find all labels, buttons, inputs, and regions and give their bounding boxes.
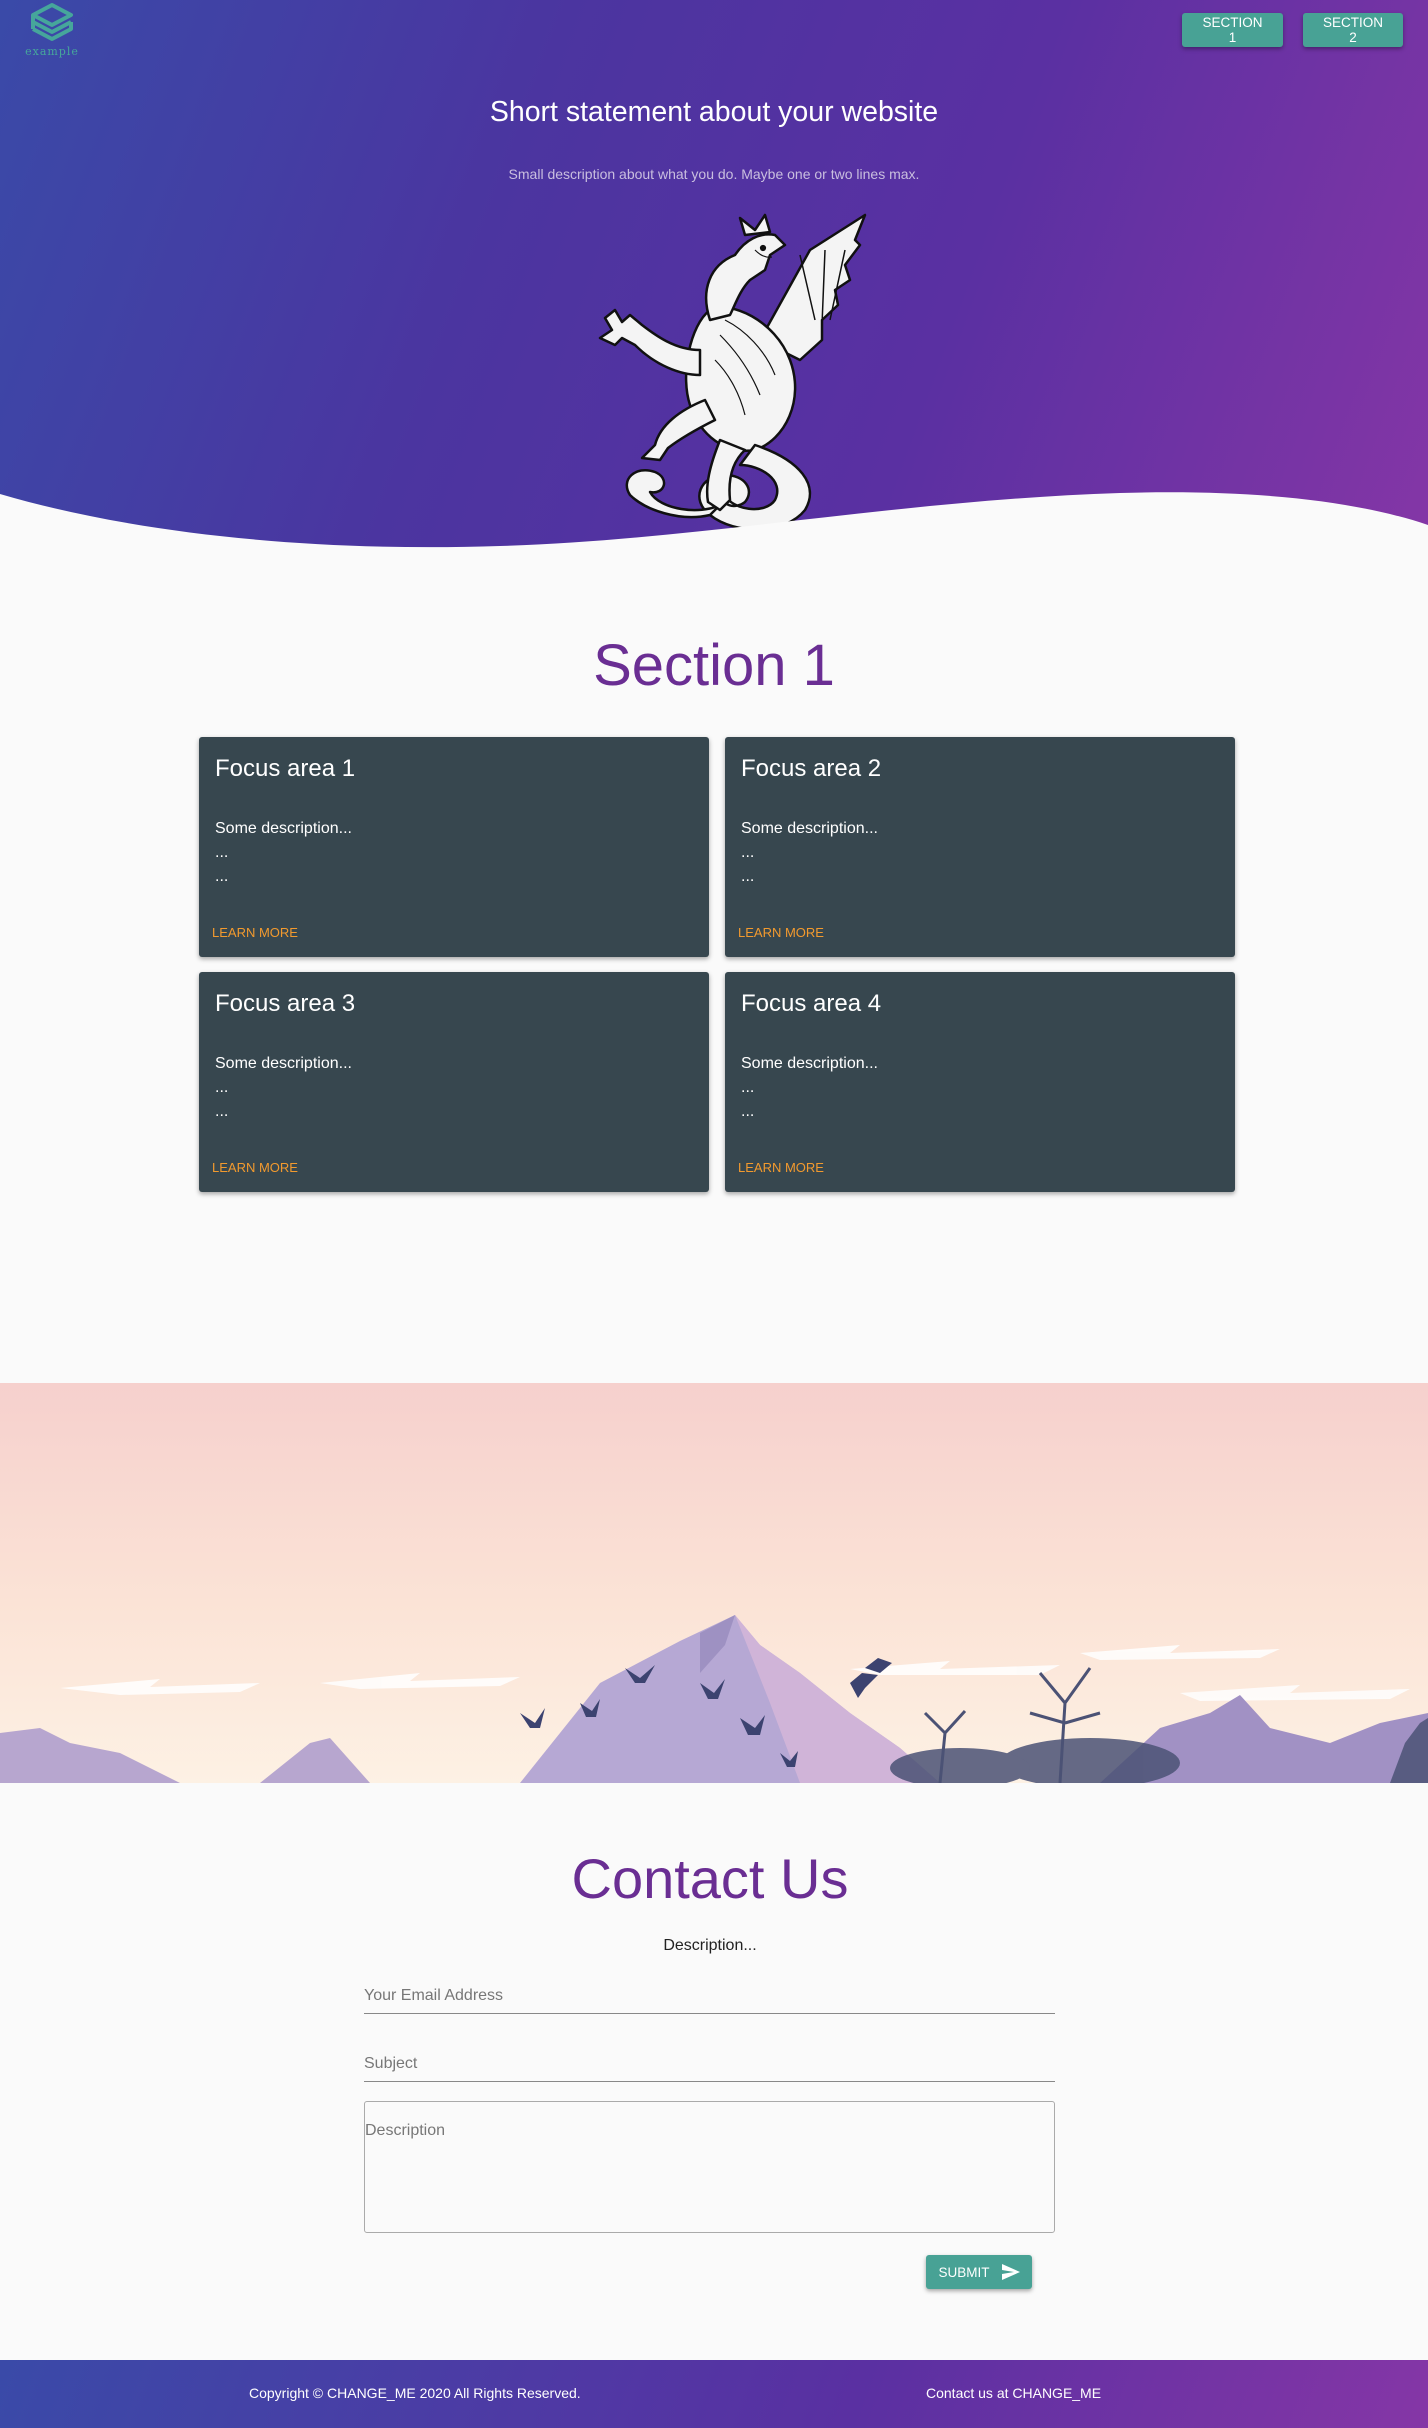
submit-button[interactable]: SUBMIT xyxy=(926,2255,1032,2289)
card-description-line: Some description... xyxy=(215,1055,352,1072)
card-title: Focus area 2 xyxy=(741,755,882,782)
learn-more-link[interactable]: LEARN MORE xyxy=(212,925,298,940)
focus-area-card: Focus area 3 Some description... ... ...… xyxy=(199,972,709,1192)
card-description: Some description... ... ... xyxy=(215,1052,352,1124)
hero-section: example SECTION 1 SECTION 2 Short statem… xyxy=(0,0,1428,575)
learn-more-link[interactable]: LEARN MORE xyxy=(738,925,824,940)
submit-label: SUBMIT xyxy=(938,2264,990,2280)
send-icon xyxy=(1001,2264,1020,2280)
card-description-line: ... xyxy=(215,844,229,861)
contact-description: Description... xyxy=(663,1937,757,1954)
card-description: Some description... ... ... xyxy=(741,1052,878,1124)
section-1-title: Section 1 xyxy=(593,633,835,698)
logo-text: example xyxy=(25,45,79,58)
card-description: Some description... ... ... xyxy=(215,817,352,889)
card-description-line: ... xyxy=(215,1103,229,1120)
card-description-line: Some description... xyxy=(741,820,878,837)
footer: Copyright © CHANGE_ME 2020 All Rights Re… xyxy=(0,2360,1428,2428)
card-description-line: ... xyxy=(741,868,755,885)
mountain-landscape-illustration xyxy=(0,1383,1428,1783)
footer-copyright: Copyright © CHANGE_ME 2020 All Rights Re… xyxy=(249,2385,581,2401)
learn-more-link[interactable]: LEARN MORE xyxy=(212,1160,298,1175)
contact-title: Contact Us xyxy=(571,1847,849,1910)
hero-wave-divider xyxy=(0,492,1428,575)
card-description-line: ... xyxy=(741,1103,755,1120)
focus-area-card: Focus area 1 Some description... ... ...… xyxy=(199,737,709,957)
card-description-line: Some description... xyxy=(741,1055,878,1072)
card-title: Focus area 4 xyxy=(741,990,882,1017)
card-description-line: Some description... xyxy=(215,820,352,837)
subject-field[interactable] xyxy=(364,2046,1055,2082)
cube-logo-icon xyxy=(31,3,73,41)
logo[interactable]: example xyxy=(24,2,80,60)
email-field[interactable] xyxy=(364,1978,1055,2014)
card-description-line: ... xyxy=(741,1079,755,1096)
hero-subtitle: Small description about what you do. May… xyxy=(508,166,920,182)
card-description: Some description... ... ... xyxy=(741,817,878,889)
card-description-line: ... xyxy=(741,844,755,861)
footer-contact: Contact us at CHANGE_ME xyxy=(926,2385,1102,2401)
focus-area-card: Focus area 2 Some description... ... ...… xyxy=(725,737,1235,957)
focus-area-card: Focus area 4 Some description... ... ...… xyxy=(725,972,1235,1192)
nav-section-2-button[interactable]: SECTION 2 xyxy=(1303,13,1403,47)
card-title: Focus area 3 xyxy=(215,990,356,1017)
description-field[interactable] xyxy=(364,2101,1055,2233)
nav-section-1-button[interactable]: SECTION 1 xyxy=(1182,13,1283,47)
hero-title: Short statement about your website xyxy=(489,96,939,128)
card-description-line: ... xyxy=(215,1079,229,1096)
learn-more-link[interactable]: LEARN MORE xyxy=(738,1160,824,1175)
card-description-line: ... xyxy=(215,868,229,885)
card-title: Focus area 1 xyxy=(215,755,356,782)
